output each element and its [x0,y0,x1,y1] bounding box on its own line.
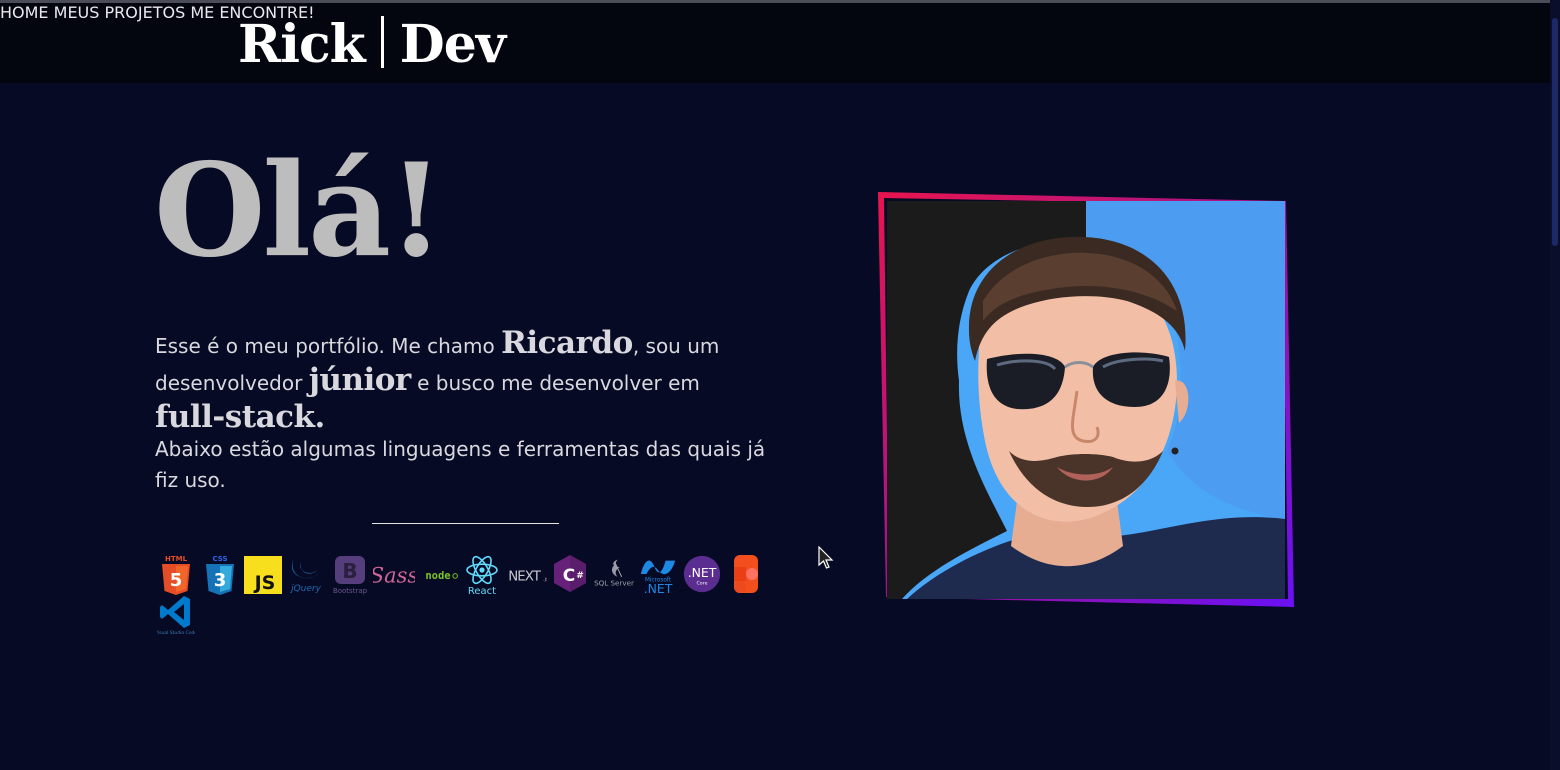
page-scrollbar[interactable] [1550,0,1560,770]
mouse-cursor-icon [818,546,834,569]
section-divider [372,523,559,524]
brand-name: Rick [238,14,366,75]
brand-logo[interactable]: Rick Dev [238,13,506,77]
javascript-icon: JS [242,552,284,596]
nav-home-link[interactable]: HOME [0,3,49,22]
svg-text:5: 5 [170,570,183,591]
svg-text:React: React [468,586,496,596]
svg-text:Sass: Sass [373,564,415,588]
intro-text-1: Esse é o meu portfólio. Me chamo [155,334,502,358]
sql-server-icon: SQL Server [593,552,635,596]
figma-icon [725,552,767,596]
navbar: Rick Dev HOME MEUS PROJETOS ME ENCONTRE! [0,3,1550,83]
brand-separator [380,16,384,68]
react-icon: React [461,552,503,596]
svg-text:CSS: CSS [212,555,227,563]
svg-text:Core: Core [696,581,707,587]
sass-icon: Sass [373,552,415,596]
jquery-icon: jQuery [285,552,327,596]
profile-illustration [887,201,1285,599]
svg-text:Bootstrap: Bootstrap [333,587,368,595]
nav-projects-link[interactable]: MEUS PROJETOS [54,3,186,22]
svg-text:#: # [576,571,584,581]
svg-text:SQL Server: SQL Server [594,578,634,587]
dotnet-icon: Microsoft .NET [637,552,679,596]
nextjs-icon: NEXT .js [505,552,547,596]
scrollbar-thumb[interactable] [1552,18,1558,246]
svg-text:jQuery: jQuery [289,584,322,594]
svg-text:NEXT: NEXT [508,570,541,585]
brand-suffix: Dev [399,14,506,75]
intro-text-3: e busco me desenvolver em [410,371,700,395]
intro-name: Ricardo [501,325,633,361]
svg-text:Visual Studio Code: Visual Studio Code [157,630,195,636]
csharp-icon: C # [549,552,591,596]
dotnet-core-icon: .NET Core [681,552,723,596]
html5-icon: HTML 5 [155,552,197,596]
svg-text:node: node [425,570,450,582]
tools-paragraph: Abaixo estão algumas linguagens e ferram… [155,437,766,492]
nodejs-icon: node [417,552,459,596]
bootstrap-icon: B Bootstrap [329,552,371,596]
svg-text:.NET: .NET [688,565,717,580]
svg-text:.NET: .NET [644,581,673,596]
greeting-heading: Olá! [154,136,444,286]
svg-text:B: B [342,559,357,583]
vscode-icon: Visual Studio Code [155,592,197,636]
intro-paragraph: Esse é o meu portfólio. Me chamo Ricardo… [155,326,775,437]
svg-text:.js: .js [543,577,547,583]
svg-text:3: 3 [214,570,227,591]
intro-area: full-stack. [155,399,325,435]
svg-text:C: C [563,566,575,586]
svg-text:JS: JS [253,572,276,594]
main-nav: HOME MEUS PROJETOS ME ENCONTRE! [0,3,1550,22]
svg-text:HTML: HTML [165,555,188,563]
intro-level: júnior [308,362,412,398]
css3-icon: CSS 3 [199,552,241,596]
